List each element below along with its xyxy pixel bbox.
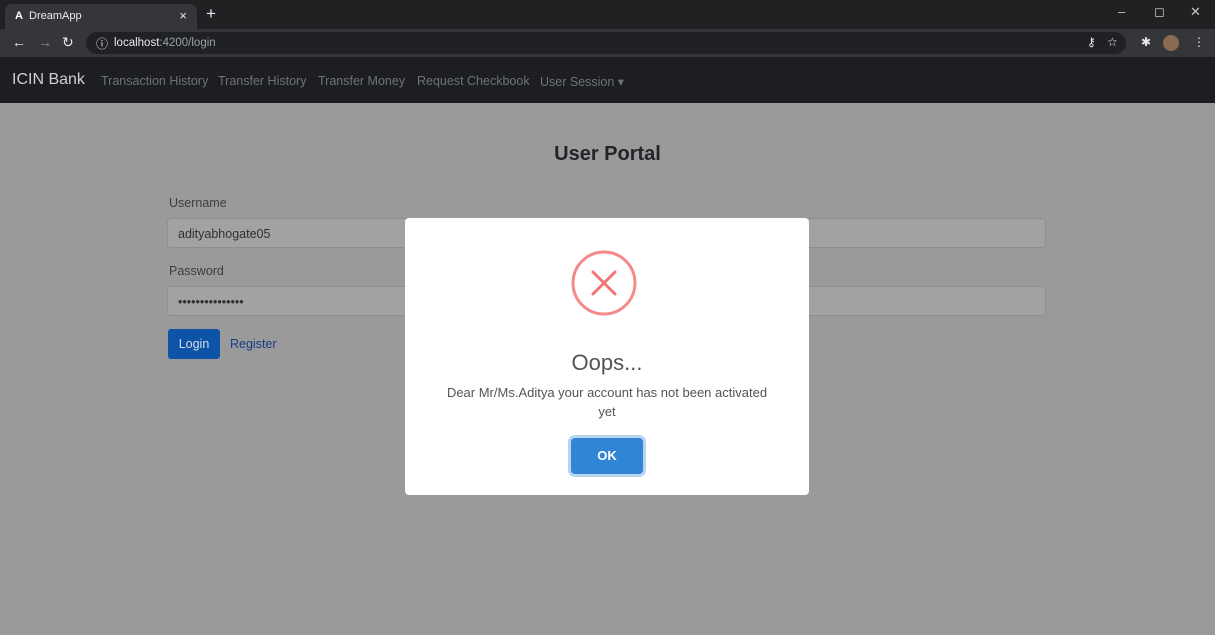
nav-transfer-money[interactable]: Transfer Money bbox=[318, 74, 405, 88]
tab-title: DreamApp bbox=[29, 10, 82, 22]
window-close-icon[interactable]: ✕ bbox=[1190, 4, 1201, 20]
angular-favicon-icon: A bbox=[15, 10, 23, 22]
minimize-icon[interactable]: – bbox=[1118, 4, 1125, 19]
key-icon[interactable]: ⚷ bbox=[1087, 35, 1096, 49]
nav-request-checkbook[interactable]: Request Checkbook bbox=[417, 74, 530, 88]
forward-arrow-icon[interactable]: → bbox=[38, 34, 52, 50]
dialog-message: Dear Mr/Ms.Aditya your account has not b… bbox=[446, 385, 768, 419]
address-bar[interactable]: ⓘ localhost:4200/login bbox=[86, 32, 1126, 54]
page-title: User Portal bbox=[554, 143, 661, 165]
maximize-icon[interactable]: ◻ bbox=[1154, 4, 1165, 20]
dialog-title: Oops... bbox=[571, 350, 643, 375]
star-icon[interactable]: ☆ bbox=[1107, 35, 1118, 49]
nav-transfer-history[interactable]: Transfer History bbox=[218, 74, 306, 88]
username-value: adityabhogate05 bbox=[178, 227, 271, 241]
register-link[interactable]: Register bbox=[230, 337, 277, 351]
nav-transaction-history[interactable]: Transaction History bbox=[101, 74, 208, 88]
ok-button[interactable]: OK bbox=[571, 438, 643, 474]
password-label: Password bbox=[169, 264, 224, 278]
back-arrow-icon[interactable]: ← bbox=[12, 34, 26, 50]
reload-icon[interactable]: ↻ bbox=[62, 34, 74, 51]
username-label: Username bbox=[169, 196, 227, 210]
password-value: ••••••••••••••• bbox=[178, 295, 244, 309]
brand-logo[interactable]: ICIN Bank bbox=[12, 71, 85, 89]
site-info-icon[interactable]: ⓘ bbox=[96, 35, 108, 52]
tab-close-icon[interactable]: × bbox=[179, 8, 187, 23]
new-tab-icon[interactable]: + bbox=[206, 4, 216, 24]
browser-tab[interactable]: A DreamApp × bbox=[5, 4, 197, 29]
profile-avatar[interactable] bbox=[1163, 35, 1179, 51]
url-text: localhost:4200/login bbox=[114, 37, 216, 49]
extensions-puzzle-icon[interactable]: ✱ bbox=[1141, 35, 1151, 49]
nav-user-session-dropdown[interactable]: User Session ▾ bbox=[540, 74, 624, 89]
menu-kebab-icon[interactable]: ⋮ bbox=[1193, 35, 1205, 49]
browser-toolbar: ← → ↻ ⓘ localhost:4200/login ⚷ ☆ ✱ ⋮ bbox=[0, 29, 1215, 57]
error-x-icon bbox=[571, 250, 637, 316]
login-button[interactable]: Login bbox=[168, 329, 220, 359]
app-navbar: ICIN Bank Transaction History Transfer H… bbox=[0, 57, 1215, 103]
browser-tab-strip: A DreamApp × + – ◻ ✕ bbox=[0, 0, 1215, 29]
error-dialog: Oops... Dear Mr/Ms.Aditya your account h… bbox=[405, 218, 809, 495]
